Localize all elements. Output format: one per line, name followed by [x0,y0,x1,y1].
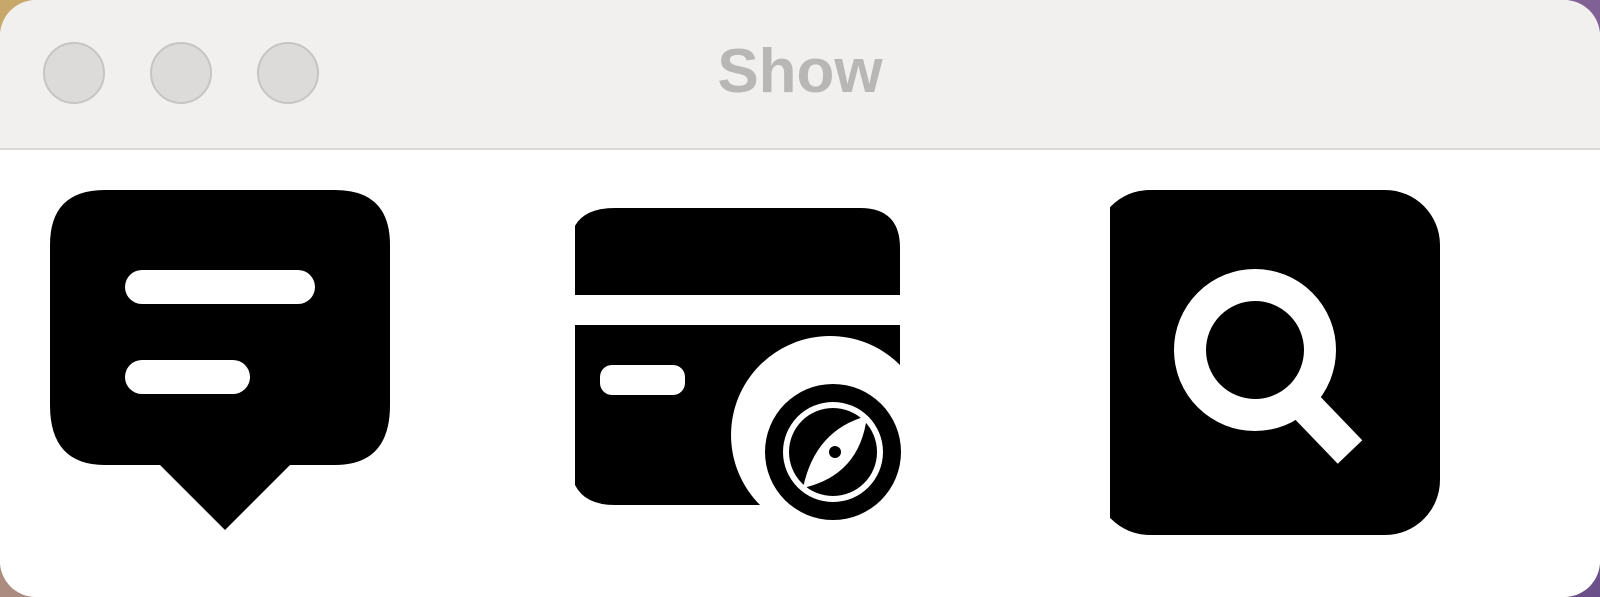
window-title: Show [717,37,883,106]
message-bubble-icon [50,190,390,530]
search-button[interactable] [1110,190,1470,550]
message-button[interactable] [45,190,405,550]
icon-row [0,150,1600,597]
card-compass-button[interactable] [575,190,935,550]
app-window: Show [0,0,1600,597]
magnifying-glass-icon [1110,190,1440,535]
title-bar[interactable]: Show [0,0,1600,150]
card-with-compass-icon [575,208,901,520]
